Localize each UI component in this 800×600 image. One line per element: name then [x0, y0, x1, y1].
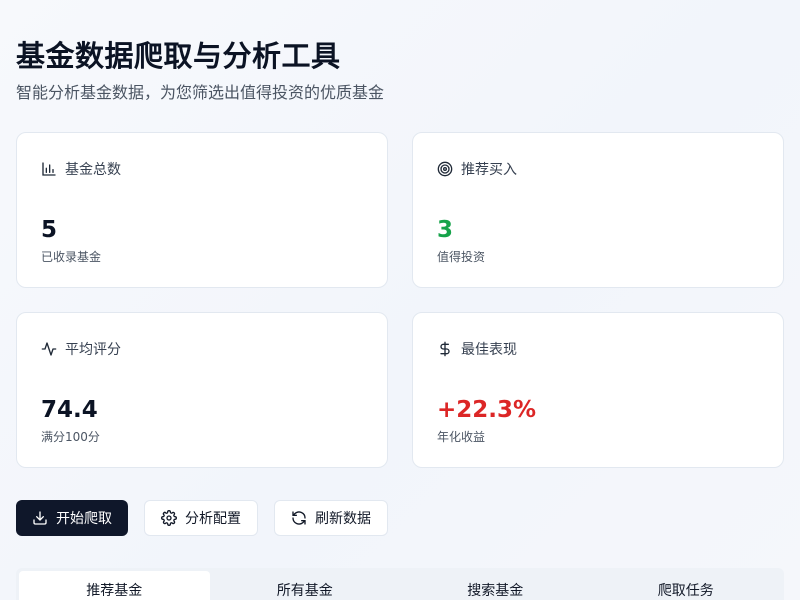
stat-caption: 值得投资 [437, 250, 486, 264]
start-crawl-label: 开始爬取 [56, 511, 112, 527]
stat-value: 3 [437, 217, 454, 243]
dollar-icon [437, 341, 453, 357]
tab-label: 所有基金 [276, 582, 333, 599]
stat-label: 基金总数 [65, 162, 121, 178]
tab-label: 推荐基金 [86, 582, 143, 599]
stat-card-best-performance: 最佳表现 +22.3% 年化收益 [412, 312, 784, 468]
stat-card-recommended: 推荐买入 3 值得投资 [412, 132, 784, 288]
analysis-config-label: 分析配置 [185, 511, 241, 527]
stat-label: 推荐买入 [461, 162, 517, 178]
analysis-config-button[interactable]: 分析配置 [144, 500, 258, 536]
fund-tabs: 推荐基金 所有基金 搜索基金 爬取任务 [16, 568, 784, 600]
tab-label: 爬取任务 [657, 582, 714, 599]
refresh-icon [291, 510, 307, 526]
refresh-data-button[interactable]: 刷新数据 [274, 500, 388, 536]
gear-icon [161, 510, 177, 526]
tab-label: 搜索基金 [467, 582, 524, 599]
page-title: 基金数据爬取与分析工具 [16, 39, 341, 73]
stat-caption: 已收录基金 [41, 250, 102, 264]
stat-value: +22.3% [437, 397, 537, 423]
download-icon [32, 510, 48, 526]
tab-crawl-tasks[interactable]: 爬取任务 [591, 571, 782, 600]
refresh-data-label: 刷新数据 [315, 511, 371, 527]
page-subtitle: 智能分析基金数据，为您筛选出值得投资的优质基金 [16, 83, 385, 102]
target-icon [437, 161, 453, 177]
start-crawl-button[interactable]: 开始爬取 [16, 500, 128, 536]
tab-search-funds[interactable]: 搜索基金 [400, 571, 591, 600]
stat-value: 74.4 [41, 397, 98, 423]
stat-caption: 满分100分 [41, 430, 100, 444]
stat-label: 平均评分 [65, 342, 121, 358]
stat-value: 5 [41, 217, 58, 243]
stat-caption: 年化收益 [437, 430, 486, 444]
stat-card-total-funds: 基金总数 5 已收录基金 [16, 132, 388, 288]
tab-recommended-funds[interactable]: 推荐基金 [19, 571, 210, 600]
tab-all-funds[interactable]: 所有基金 [210, 571, 401, 600]
bar-chart-icon [41, 161, 57, 177]
stat-label: 最佳表现 [461, 342, 517, 358]
stat-card-average-score: 平均评分 74.4 满分100分 [16, 312, 388, 468]
activity-icon [41, 341, 57, 357]
